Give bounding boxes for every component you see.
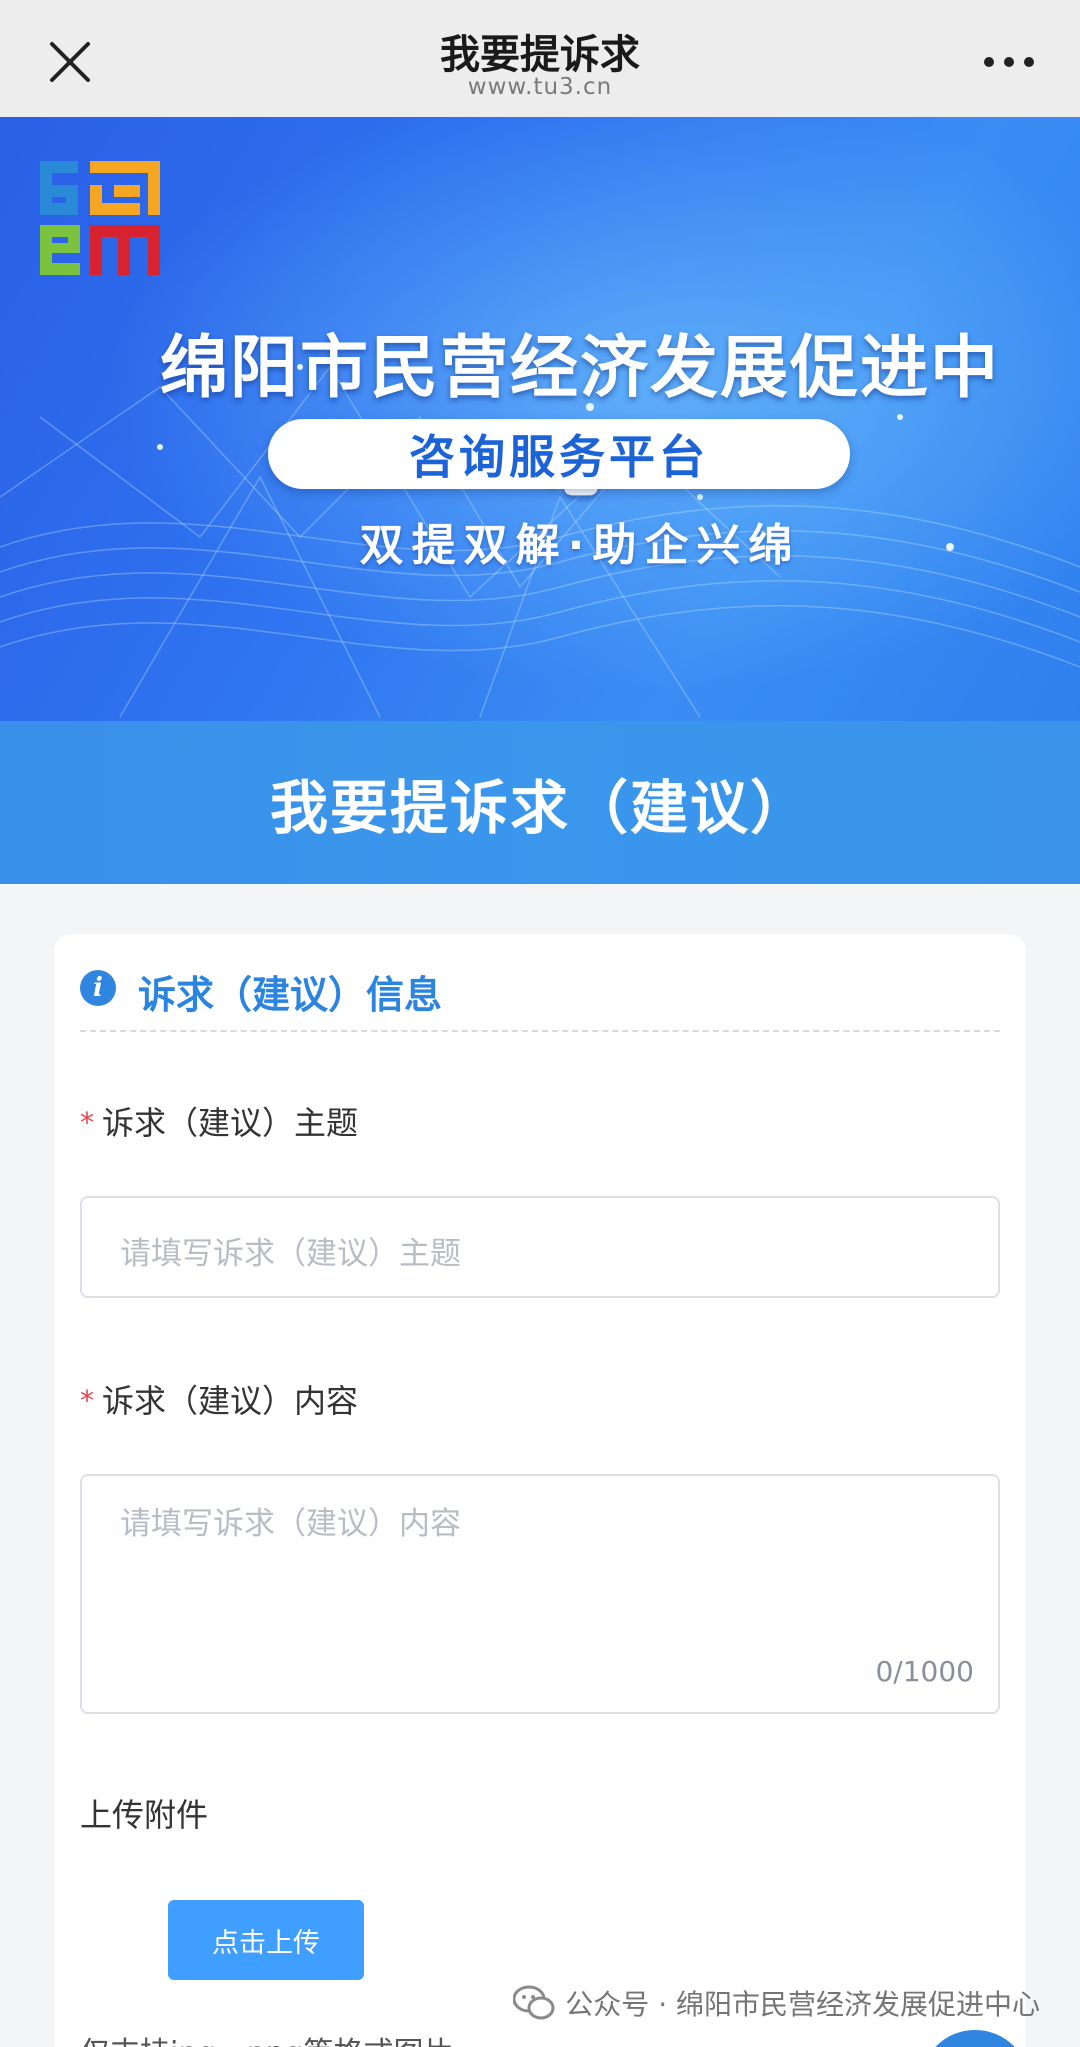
page-title: 我要提诉求 bbox=[440, 32, 640, 78]
required-mark: * bbox=[80, 1106, 94, 1139]
form-header: 我要提诉求（建议） bbox=[0, 721, 1080, 884]
wechat-icon bbox=[513, 1985, 555, 2020]
upload-hint: 仅支持jpg、png等格式图片 bbox=[80, 2028, 454, 2047]
section-title: 诉求（建议）信息 bbox=[138, 973, 443, 1017]
content-label-text: 诉求（建议）内容 bbox=[102, 1382, 359, 1420]
subject-label-text: 诉求（建议）主题 bbox=[102, 1104, 359, 1142]
top-navbar: 我要提诉求 www.tu3.cn bbox=[0, 0, 1080, 117]
required-mark: * bbox=[80, 1384, 94, 1417]
upload-button[interactable]: 点击上传 bbox=[168, 1900, 364, 1980]
content-placeholder: 请填写诉求（建议）内容 bbox=[120, 1506, 461, 1542]
char-counter: 0/1000 bbox=[875, 1655, 974, 1688]
section-header: i 诉求（建议）信息 bbox=[80, 964, 1000, 1032]
logo bbox=[38, 159, 166, 277]
subject-input[interactable]: 请填写诉求（建议）主题 bbox=[80, 1196, 1000, 1298]
banner-subtitle: 咨询服务平台 bbox=[409, 430, 709, 484]
content-textarea[interactable]: 请填写诉求（建议）内容 0/1000 bbox=[80, 1474, 1000, 1714]
banner-subtitle-pill: 咨询服务平台 bbox=[268, 419, 850, 489]
watermark: 公众号 · 绵阳市民营经济发展促进中心 bbox=[513, 1983, 1040, 2023]
form-header-title: 我要提诉求（建议） bbox=[269, 773, 810, 842]
form-card: i 诉求（建议）信息 * 诉求（建议）主题 请填写诉求（建议）主题 * 诉求（建议）… bbox=[54, 934, 1026, 2047]
banner-slogan: 双提双解·助企兴绵 bbox=[359, 520, 801, 571]
content-label: * 诉求（建议）内容 bbox=[80, 1376, 358, 1422]
upload-label: 上传附件 bbox=[80, 1796, 209, 1834]
subject-label: * 诉求（建议）主题 bbox=[80, 1098, 358, 1144]
info-icon: i bbox=[80, 970, 116, 1006]
more-icon[interactable] bbox=[984, 52, 1034, 72]
subject-placeholder: 请填写诉求（建议）主题 bbox=[120, 1236, 461, 1272]
page-url: www.tu3.cn bbox=[467, 74, 613, 100]
watermark-text: 公众号 · 绵阳市民营经济发展促进中心 bbox=[565, 1988, 1040, 2021]
banner: 绵阳市民营经济发展促进中心 咨询服务平台 双提双解·助企兴绵 bbox=[0, 117, 1080, 721]
